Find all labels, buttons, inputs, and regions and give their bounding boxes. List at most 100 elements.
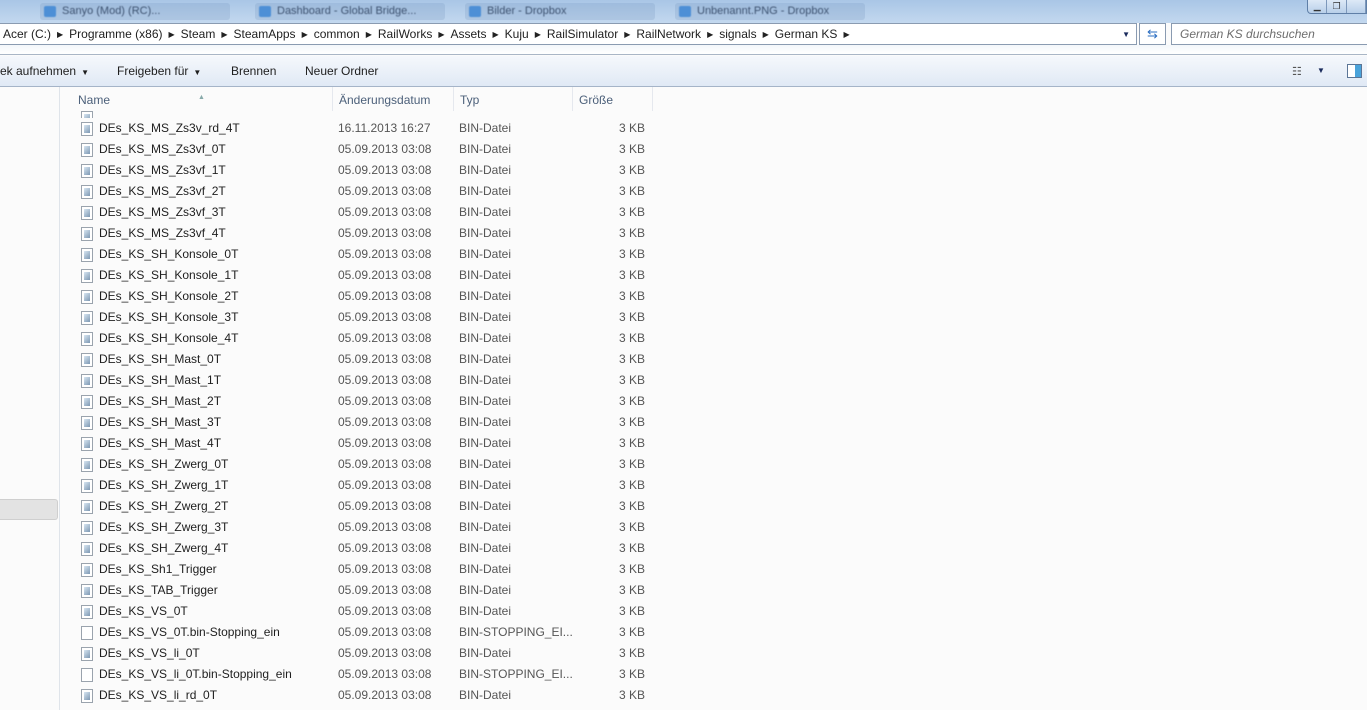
- breadcrumb-item[interactable]: RailSimulator: [547, 27, 618, 41]
- close-button[interactable]: [1347, 0, 1366, 13]
- share-with-button[interactable]: Freigeben für ▼: [117, 64, 201, 78]
- app-icon: [259, 6, 271, 17]
- breadcrumb-chevron-icon[interactable]: ▶: [366, 30, 372, 39]
- file-row[interactable]: [72, 107, 662, 118]
- chevron-down-icon[interactable]: ▼: [1317, 66, 1325, 75]
- address-bar[interactable]: Acer (C:) ▶ Programme (x86) ▶ Steam ▶ SteamApp…: [0, 23, 1137, 45]
- file-row[interactable]: DEs_KS_Sh1_Trigger 05.09.2013 03:08 BIN-Da…: [72, 559, 662, 580]
- taskbar-tab[interactable]: Unbenannt.PNG - Dropbox: [675, 3, 865, 20]
- file-row[interactable]: DEs_KS_MS_Zs3vf_0T 05.09.2013 03:08 BIN-Da…: [72, 139, 662, 160]
- file-row[interactable]: DEs_KS_VS_li_0T 05.09.2013 03:08 BIN-Datei…: [72, 643, 662, 664]
- file-row[interactable]: DEs_KS_SH_Zwerg_0T 05.09.2013 03:08 BIN-Da…: [72, 454, 662, 475]
- preview-pane-button[interactable]: [1347, 64, 1362, 78]
- file-date: 05.09.2013 03:08: [338, 499, 432, 513]
- file-row[interactable]: DEs_KS_SH_Mast_1T 05.09.2013 03:08 BIN-Dat…: [72, 370, 662, 391]
- file-row[interactable]: DEs_KS_SH_Mast_2T 05.09.2013 03:08 BIN-Dat…: [72, 391, 662, 412]
- breadcrumb-chevron-icon[interactable]: ▶: [763, 30, 769, 39]
- search-input[interactable]: German KS durchsuchen: [1171, 23, 1367, 45]
- breadcrumb-item[interactable]: Steam: [181, 27, 216, 41]
- file-type: BIN-STOPPING_EI...: [459, 625, 573, 639]
- file-name: DEs_KS_MS_Zs3v_rd_4T: [99, 121, 240, 135]
- breadcrumb-chevron-icon[interactable]: ▶: [535, 30, 541, 39]
- breadcrumb-item[interactable]: signals: [719, 27, 756, 41]
- file-name: DEs_KS_SH_Konsole_4T: [99, 331, 239, 345]
- file-row[interactable]: DEs_KS_SH_Konsole_4T 05.09.2013 03:08 BIN-…: [72, 328, 662, 349]
- refresh-button[interactable]: ⇆: [1139, 23, 1166, 45]
- file-type: BIN-Datei: [459, 373, 512, 387]
- file-row[interactable]: DEs_KS_VS_0T 05.09.2013 03:08 BIN-Datei 3 K…: [72, 601, 662, 622]
- taskbar-tab[interactable]: Dashboard - Global Bridge...: [255, 3, 445, 20]
- file-row[interactable]: DEs_KS_MS_Zs3vf_1T 05.09.2013 03:08 BIN-Da…: [72, 160, 662, 181]
- breadcrumb-chevron-icon[interactable]: ▶: [302, 30, 308, 39]
- breadcrumb-chevron-icon[interactable]: ▶: [169, 30, 175, 39]
- taskbar-tab[interactable]: Sanyo (Mod) (RC)...: [40, 3, 230, 20]
- file-row[interactable]: DEs_KS_SH_Zwerg_4T 05.09.2013 03:08 BIN-Da…: [72, 538, 662, 559]
- breadcrumb-chevron-icon[interactable]: ▶: [221, 30, 227, 39]
- file-row[interactable]: DEs_KS_TAB_Trigger 05.09.2013 03:08 BIN-Da…: [72, 580, 662, 601]
- breadcrumb-chevron-icon[interactable]: ▶: [624, 30, 630, 39]
- file-row[interactable]: DEs_KS_VS_li_rd_0T 05.09.2013 03:08 BIN-Da…: [72, 685, 662, 706]
- tab-title: Dashboard - Global Bridge...: [277, 5, 417, 17]
- burn-button[interactable]: Brennen: [231, 64, 276, 78]
- nav-selected-item[interactable]: [0, 499, 58, 520]
- file-row[interactable]: DEs_KS_MS_Zs3v_rd_4T 16.11.2013 16:27 BIN-…: [72, 118, 662, 139]
- file-row[interactable]: DEs_KS_SH_Mast_3T 05.09.2013 03:08 BIN-Dat…: [72, 412, 662, 433]
- file-row[interactable]: DEs_KS_MS_Zs3vf_2T 05.09.2013 03:08 BIN-Da…: [72, 181, 662, 202]
- file-name: DEs_KS_MS_Zs3vf_3T: [99, 205, 226, 219]
- bin-file-icon: [81, 311, 93, 325]
- breadcrumb-item[interactable]: SteamApps: [234, 27, 296, 41]
- bin-file-icon: [81, 164, 93, 178]
- bin-file-icon: [81, 689, 93, 703]
- breadcrumb-item[interactable]: common: [314, 27, 360, 41]
- file-type: BIN-Datei: [459, 478, 512, 492]
- file-name: DEs_KS_SH_Konsole_1T: [99, 268, 239, 282]
- breadcrumb-chevron-icon[interactable]: ▶: [707, 30, 713, 39]
- breadcrumb-item[interactable]: RailWorks: [378, 27, 432, 41]
- taskbar-tab[interactable]: Bilder - Dropbox: [465, 3, 655, 20]
- bin-file-icon: [81, 227, 93, 241]
- file-date: 05.09.2013 03:08: [338, 268, 432, 282]
- file-type: BIN-STOPPING_EI...: [459, 667, 573, 681]
- file-row[interactable]: DEs_KS_SH_Zwerg_1T 05.09.2013 03:08 BIN-Da…: [72, 475, 662, 496]
- breadcrumb-chevron-icon[interactable]: ▶: [438, 30, 444, 39]
- file-row[interactable]: DEs_KS_MS_Zs3vf_3T 05.09.2013 03:08 BIN-Da…: [72, 202, 662, 223]
- file-name: DEs_KS_TAB_Trigger: [99, 583, 218, 597]
- new-folder-button[interactable]: Neuer Ordner: [305, 64, 378, 78]
- file-size: 3 KB: [618, 667, 645, 681]
- file-row[interactable]: DEs_KS_VS_0T.bin-Stopping_ein 05.09.2013 …: [72, 622, 662, 643]
- maximize-button[interactable]: ❐: [1327, 0, 1347, 13]
- file-size: 3 KB: [618, 331, 645, 345]
- file-row[interactable]: DEs_KS_SH_Mast_4T 05.09.2013 03:08 BIN-Dat…: [72, 433, 662, 454]
- file-row[interactable]: DEs_KS_VS_li_0T.bin-Stopping_ein 05.09.20…: [72, 664, 662, 685]
- file-date: 16.11.2013 16:27: [338, 121, 431, 135]
- share-label: Freigeben für: [117, 64, 189, 78]
- file-row[interactable]: DEs_KS_SH_Konsole_0T 05.09.2013 03:08 BIN-…: [72, 244, 662, 265]
- file-type: BIN-Datei: [459, 562, 512, 576]
- file-row[interactable]: DEs_KS_SH_Konsole_2T 05.09.2013 03:08 BIN-…: [72, 286, 662, 307]
- breadcrumb-chevron-icon[interactable]: ▶: [493, 30, 499, 39]
- file-name: DEs_KS_VS_li_0T.bin-Stopping_ein: [99, 667, 292, 681]
- file-row[interactable]: DEs_KS_SH_Zwerg_2T 05.09.2013 03:08 BIN-Da…: [72, 496, 662, 517]
- file-row[interactable]: DEs_KS_MS_Zs3vf_4T 05.09.2013 03:08 BIN-Da…: [72, 223, 662, 244]
- breadcrumb-chevron-icon[interactable]: ▶: [57, 30, 63, 39]
- file-name: DEs_KS_SH_Zwerg_4T: [99, 541, 229, 555]
- navigation-pane[interactable]: [0, 87, 60, 710]
- file-type: BIN-Datei: [459, 226, 512, 240]
- file-row[interactable]: DEs_KS_SH_Mast_0T 05.09.2013 03:08 BIN-Dat…: [72, 349, 662, 370]
- breadcrumb-item[interactable]: RailNetwork: [636, 27, 701, 41]
- breadcrumb-chevron-icon[interactable]: ▶: [843, 30, 849, 39]
- view-options-icon[interactable]: ☷: [1292, 65, 1302, 78]
- breadcrumb-item[interactable]: Assets: [451, 27, 487, 41]
- file-row[interactable]: DEs_KS_SH_Konsole_3T 05.09.2013 03:08 BIN-…: [72, 307, 662, 328]
- file-date: 05.09.2013 03:08: [338, 310, 432, 324]
- file-row[interactable]: DEs_KS_SH_Konsole_1T 05.09.2013 03:08 BIN-…: [72, 265, 662, 286]
- minimize-button[interactable]: ▁: [1308, 0, 1328, 13]
- breadcrumb-item[interactable]: Acer (C:): [3, 27, 51, 41]
- breadcrumb-item[interactable]: Kuju: [505, 27, 529, 41]
- breadcrumb-item[interactable]: Programme (x86): [69, 27, 162, 41]
- breadcrumb-item[interactable]: German KS: [775, 27, 838, 41]
- file-row[interactable]: DEs_KS_SH_Zwerg_3T 05.09.2013 03:08 BIN-Da…: [72, 517, 662, 538]
- include-in-library-button[interactable]: ek aufnehmen ▼: [0, 64, 89, 78]
- file-type: BIN-Datei: [459, 247, 512, 261]
- address-history-dropdown-icon[interactable]: ▼: [1122, 30, 1130, 39]
